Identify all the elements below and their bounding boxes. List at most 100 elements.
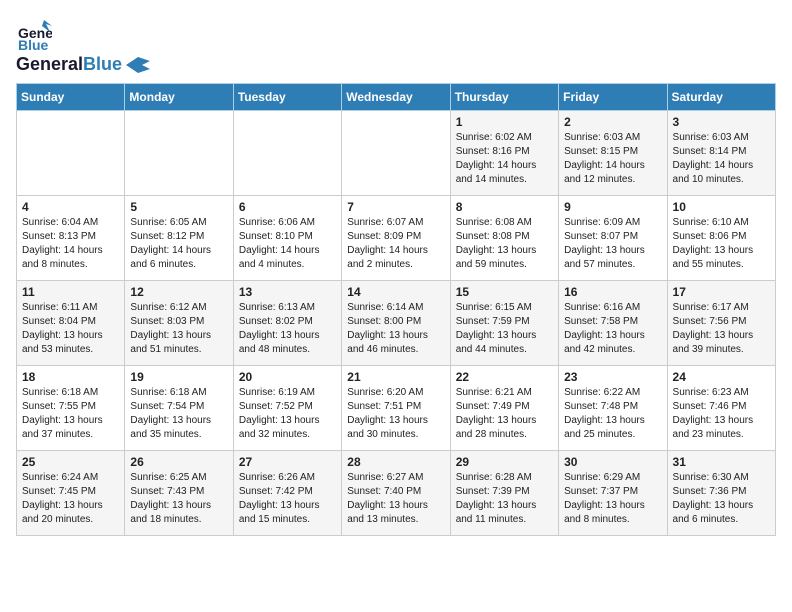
- calendar-day-cell: 25 Sunrise: 6:24 AM Sunset: 7:45 PM Dayli…: [17, 451, 125, 536]
- day-number: 30: [564, 455, 661, 469]
- calendar-empty-cell: [342, 111, 450, 196]
- day-number: 19: [130, 370, 227, 384]
- calendar-week-row: 11 Sunrise: 6:11 AM Sunset: 8:04 PM Dayli…: [17, 281, 776, 366]
- calendar-empty-cell: [233, 111, 341, 196]
- day-content: Sunrise: 6:02 AM Sunset: 8:16 PM Dayligh…: [456, 131, 553, 187]
- day-number: 20: [239, 370, 336, 384]
- day-header-sunday: Sunday: [17, 84, 125, 111]
- header: General Blue General Blue: [16, 16, 776, 75]
- day-number: 11: [22, 285, 119, 299]
- calendar-day-cell: 16 Sunrise: 6:16 AM Sunset: 7:58 PM Dayli…: [559, 281, 667, 366]
- calendar-day-cell: 15 Sunrise: 6:15 AM Sunset: 7:59 PM Dayli…: [450, 281, 558, 366]
- calendar-week-row: 18Sunrise: 6:18 AM Sunset: 7:55 PM Dayli…: [17, 366, 776, 451]
- day-number: 23: [564, 370, 661, 384]
- calendar-day-cell: 21 Sunrise: 6:20 AM Sunset: 7:51 PM Dayli…: [342, 366, 450, 451]
- day-number: 21: [347, 370, 444, 384]
- calendar-day-cell: 9 Sunrise: 6:09 AM Sunset: 8:07 PM Daylig…: [559, 196, 667, 281]
- day-number: 12: [130, 285, 227, 299]
- day-content: Sunrise: 6:18 AM Sunset: 7:55 PM Dayligh…: [22, 386, 119, 442]
- calendar-day-cell: 2Sunrise: 6:03 AM Sunset: 8:15 PM Daylig…: [559, 111, 667, 196]
- calendar-day-cell: 6 Sunrise: 6:06 AM Sunset: 8:10 PM Daylig…: [233, 196, 341, 281]
- calendar-day-cell: 10 Sunrise: 6:10 AM Sunset: 8:06 PM Dayli…: [667, 196, 775, 281]
- day-number: 4: [22, 200, 119, 214]
- day-number: 8: [456, 200, 553, 214]
- calendar-day-cell: 5 Sunrise: 6:05 AM Sunset: 8:12 PM Daylig…: [125, 196, 233, 281]
- day-header-monday: Monday: [125, 84, 233, 111]
- calendar-day-cell: 12 Sunrise: 6:12 AM Sunset: 8:03 PM Dayli…: [125, 281, 233, 366]
- calendar-day-cell: 3 Sunrise: 6:03 AM Sunset: 8:14 PM Daylig…: [667, 111, 775, 196]
- day-number: 22: [456, 370, 553, 384]
- day-header-friday: Friday: [559, 84, 667, 111]
- calendar-day-cell: 26 Sunrise: 6:25 AM Sunset: 7:43 PM Dayli…: [125, 451, 233, 536]
- day-content: Sunrise: 6:12 AM Sunset: 8:03 PM Dayligh…: [130, 301, 227, 357]
- day-header-wednesday: Wednesday: [342, 84, 450, 111]
- calendar-day-cell: 30 Sunrise: 6:29 AM Sunset: 7:37 PM Dayli…: [559, 451, 667, 536]
- day-number: 5: [130, 200, 227, 214]
- calendar-day-cell: 23Sunrise: 6:22 AM Sunset: 7:48 PM Dayli…: [559, 366, 667, 451]
- day-content: Sunrise: 6:05 AM Sunset: 8:12 PM Dayligh…: [130, 216, 227, 272]
- calendar-week-row: 4 Sunrise: 6:04 AM Sunset: 8:13 PM Daylig…: [17, 196, 776, 281]
- logo-icon: General Blue: [16, 16, 52, 52]
- day-content: Sunrise: 6:24 AM Sunset: 7:45 PM Dayligh…: [22, 471, 119, 527]
- calendar-day-cell: 13 Sunrise: 6:13 AM Sunset: 8:02 PM Dayli…: [233, 281, 341, 366]
- day-content: Sunrise: 6:27 AM Sunset: 7:40 PM Dayligh…: [347, 471, 444, 527]
- day-number: 31: [673, 455, 770, 469]
- day-content: Sunrise: 6:15 AM Sunset: 7:59 PM Dayligh…: [456, 301, 553, 357]
- day-content: Sunrise: 6:13 AM Sunset: 8:02 PM Dayligh…: [239, 301, 336, 357]
- day-number: 9: [564, 200, 661, 214]
- day-content: Sunrise: 6:10 AM Sunset: 8:06 PM Dayligh…: [673, 216, 770, 272]
- day-header-saturday: Saturday: [667, 84, 775, 111]
- day-content: Sunrise: 6:09 AM Sunset: 8:07 PM Dayligh…: [564, 216, 661, 272]
- day-content: Sunrise: 6:14 AM Sunset: 8:00 PM Dayligh…: [347, 301, 444, 357]
- day-number: 27: [239, 455, 336, 469]
- day-number: 10: [673, 200, 770, 214]
- day-number: 25: [22, 455, 119, 469]
- day-number: 15: [456, 285, 553, 299]
- day-content: Sunrise: 6:26 AM Sunset: 7:42 PM Dayligh…: [239, 471, 336, 527]
- calendar-empty-cell: [125, 111, 233, 196]
- calendar-day-cell: 31 Sunrise: 6:30 AM Sunset: 7:36 PM Dayli…: [667, 451, 775, 536]
- svg-text:Blue: Blue: [18, 37, 49, 52]
- day-number: 6: [239, 200, 336, 214]
- calendar-day-cell: 29Sunrise: 6:28 AM Sunset: 7:39 PM Dayli…: [450, 451, 558, 536]
- day-content: Sunrise: 6:25 AM Sunset: 7:43 PM Dayligh…: [130, 471, 227, 527]
- day-number: 3: [673, 115, 770, 129]
- logo-general: General: [16, 54, 83, 75]
- calendar-table: SundayMondayTuesdayWednesdayThursdayFrid…: [16, 83, 776, 536]
- day-content: Sunrise: 6:03 AM Sunset: 8:15 PM Dayligh…: [564, 131, 661, 187]
- day-header-tuesday: Tuesday: [233, 84, 341, 111]
- day-content: Sunrise: 6:16 AM Sunset: 7:58 PM Dayligh…: [564, 301, 661, 357]
- calendar-day-cell: 20 Sunrise: 6:19 AM Sunset: 7:52 PM Dayli…: [233, 366, 341, 451]
- day-content: Sunrise: 6:19 AM Sunset: 7:52 PM Dayligh…: [239, 386, 336, 442]
- calendar-day-cell: 27 Sunrise: 6:26 AM Sunset: 7:42 PM Dayli…: [233, 451, 341, 536]
- calendar-day-cell: 8 Sunrise: 6:08 AM Sunset: 8:08 PM Daylig…: [450, 196, 558, 281]
- logo: General Blue General Blue: [16, 16, 150, 75]
- calendar-day-cell: 14Sunrise: 6:14 AM Sunset: 8:00 PM Dayli…: [342, 281, 450, 366]
- day-number: 7: [347, 200, 444, 214]
- day-content: Sunrise: 6:04 AM Sunset: 8:13 PM Dayligh…: [22, 216, 119, 272]
- day-content: Sunrise: 6:03 AM Sunset: 8:14 PM Dayligh…: [673, 131, 770, 187]
- day-content: Sunrise: 6:20 AM Sunset: 7:51 PM Dayligh…: [347, 386, 444, 442]
- calendar-day-cell: 18Sunrise: 6:18 AM Sunset: 7:55 PM Dayli…: [17, 366, 125, 451]
- day-content: Sunrise: 6:29 AM Sunset: 7:37 PM Dayligh…: [564, 471, 661, 527]
- day-number: 28: [347, 455, 444, 469]
- day-number: 26: [130, 455, 227, 469]
- day-content: Sunrise: 6:17 AM Sunset: 7:56 PM Dayligh…: [673, 301, 770, 357]
- day-content: Sunrise: 6:11 AM Sunset: 8:04 PM Dayligh…: [22, 301, 119, 357]
- day-number: 24: [673, 370, 770, 384]
- day-number: 1: [456, 115, 553, 129]
- calendar-day-cell: 4 Sunrise: 6:04 AM Sunset: 8:13 PM Daylig…: [17, 196, 125, 281]
- day-header-thursday: Thursday: [450, 84, 558, 111]
- calendar-day-cell: 22Sunrise: 6:21 AM Sunset: 7:49 PM Dayli…: [450, 366, 558, 451]
- day-content: Sunrise: 6:18 AM Sunset: 7:54 PM Dayligh…: [130, 386, 227, 442]
- logo-bird-icon: [126, 57, 150, 73]
- day-number: 13: [239, 285, 336, 299]
- calendar-day-cell: 17Sunrise: 6:17 AM Sunset: 7:56 PM Dayli…: [667, 281, 775, 366]
- day-content: Sunrise: 6:06 AM Sunset: 8:10 PM Dayligh…: [239, 216, 336, 272]
- day-number: 29: [456, 455, 553, 469]
- day-content: Sunrise: 6:08 AM Sunset: 8:08 PM Dayligh…: [456, 216, 553, 272]
- day-number: 16: [564, 285, 661, 299]
- day-content: Sunrise: 6:23 AM Sunset: 7:46 PM Dayligh…: [673, 386, 770, 442]
- calendar-empty-cell: [17, 111, 125, 196]
- day-content: Sunrise: 6:30 AM Sunset: 7:36 PM Dayligh…: [673, 471, 770, 527]
